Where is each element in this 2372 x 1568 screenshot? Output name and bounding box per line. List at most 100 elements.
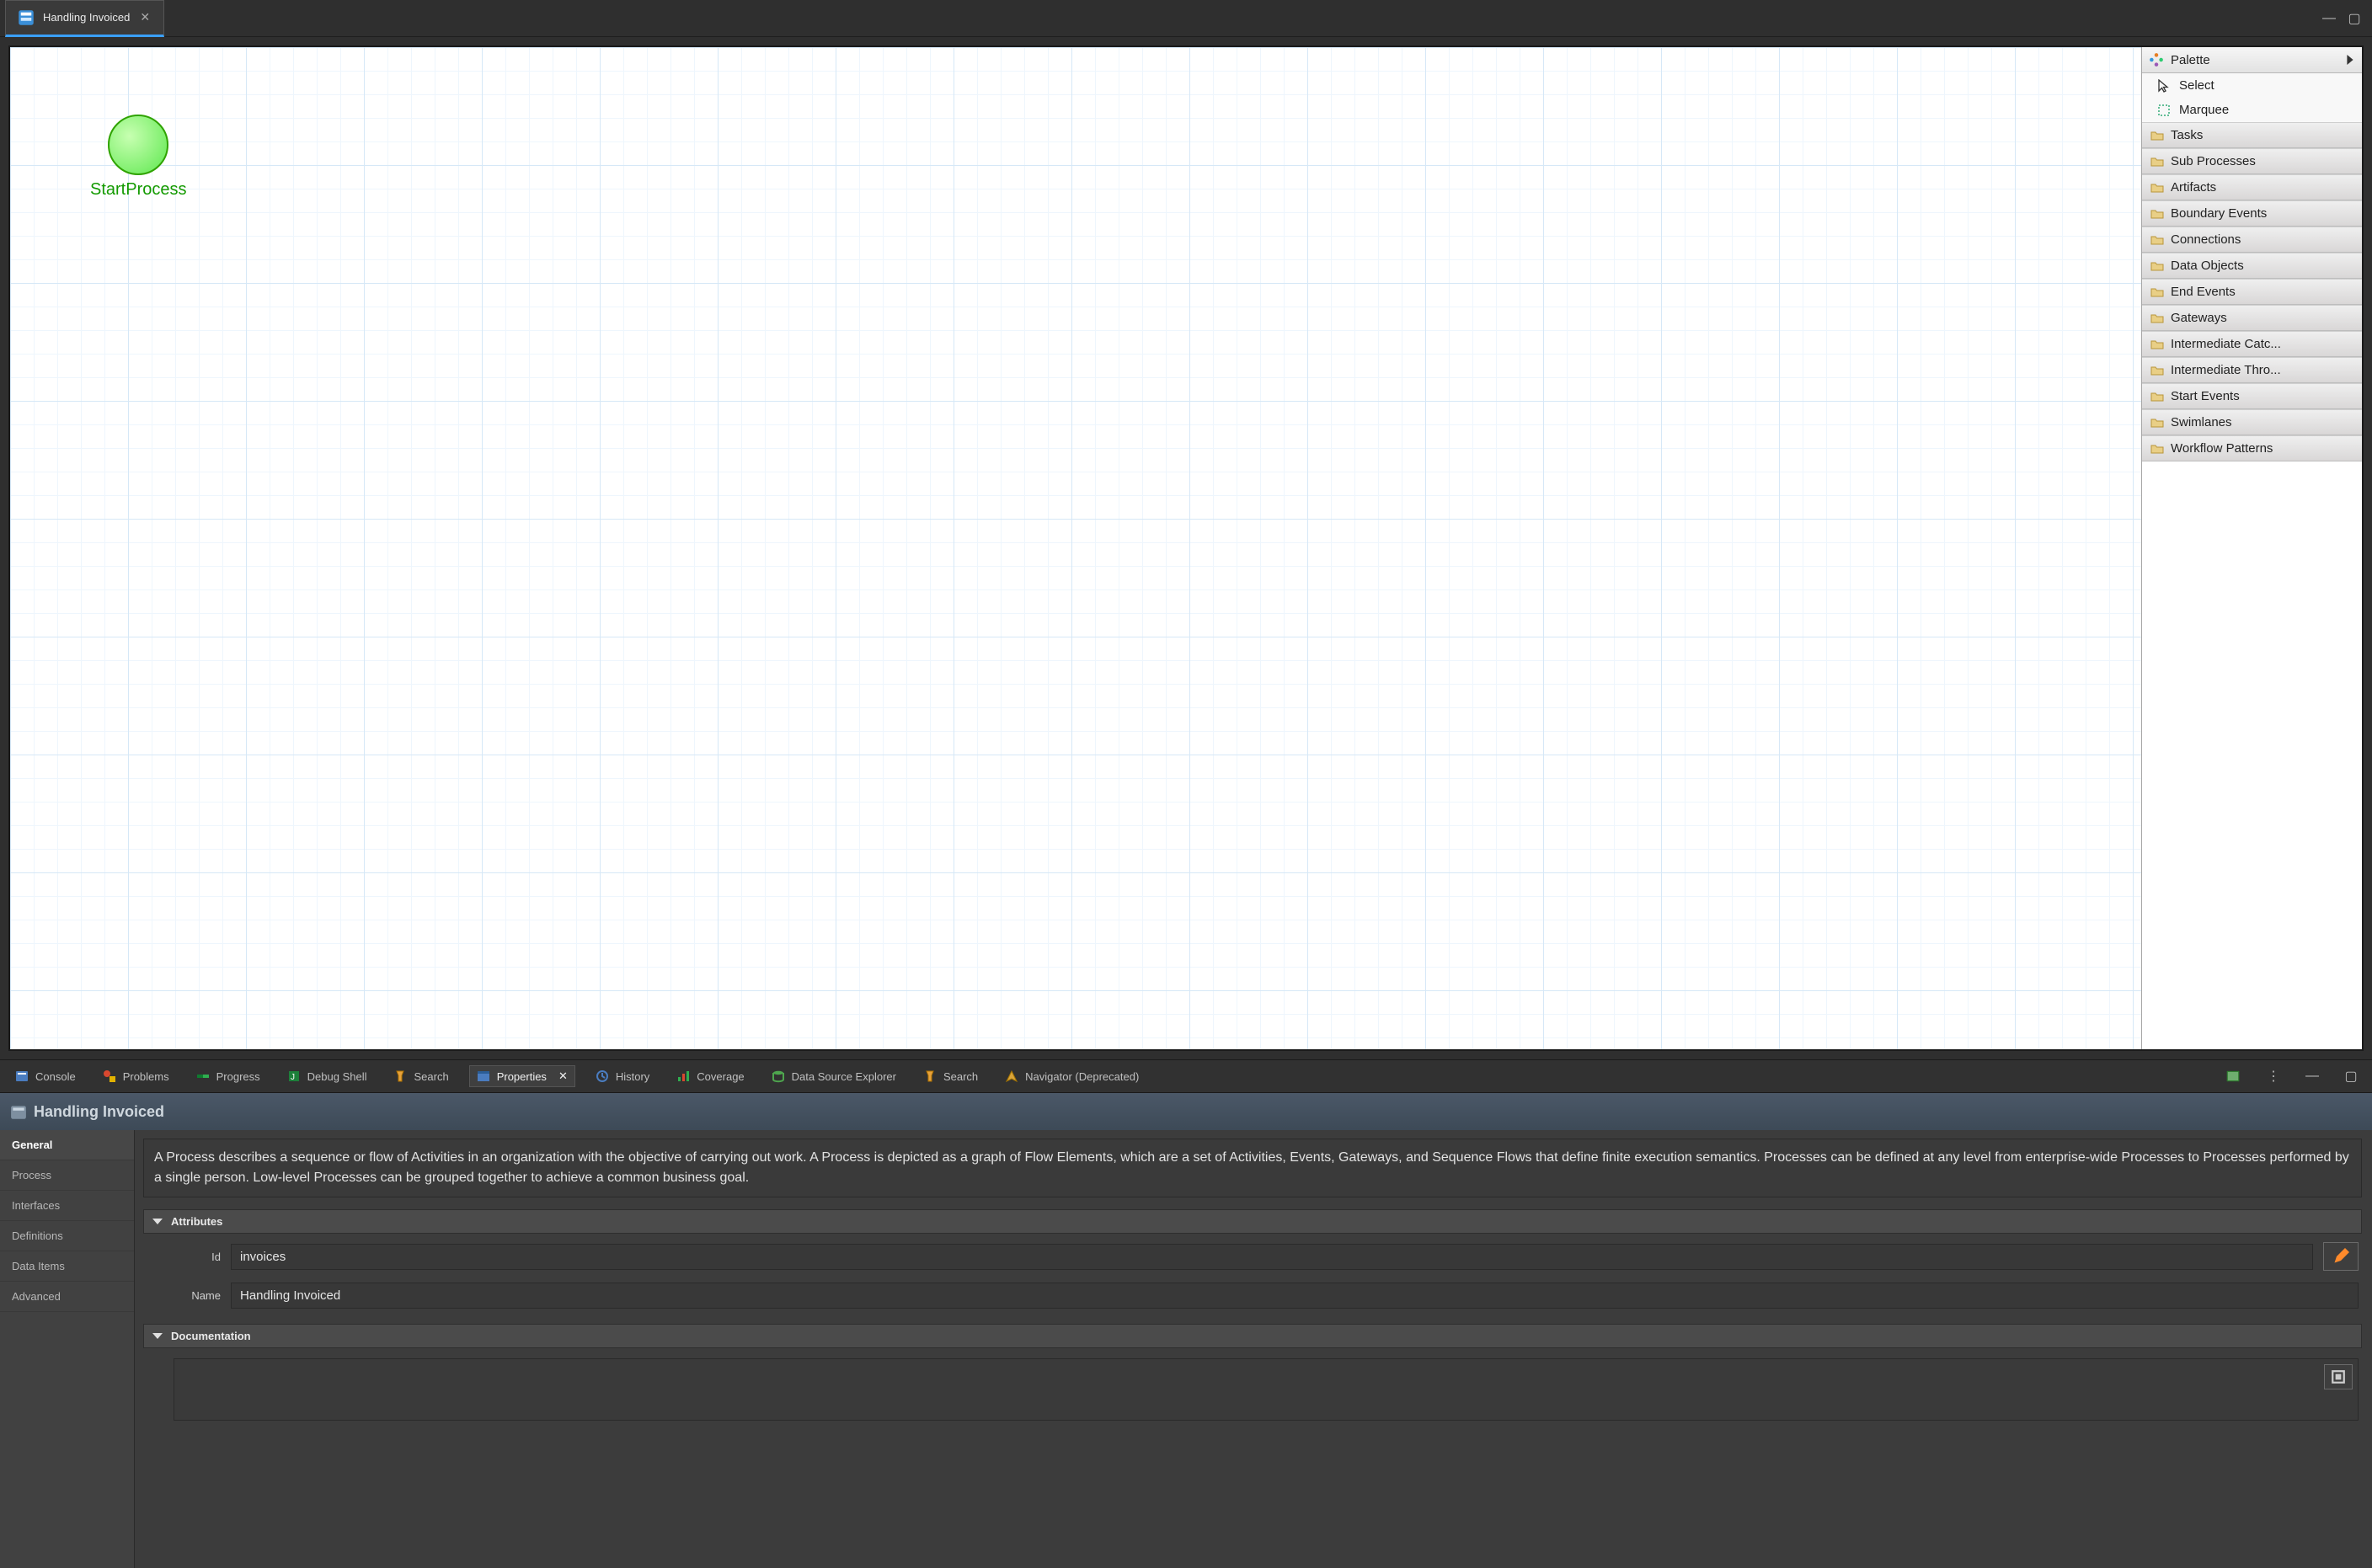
name-row: Name [143,1279,2362,1312]
minimize-button[interactable]: — [2316,8,2342,29]
folder-icon [2150,338,2164,351]
collapse-triangle-icon [152,1219,163,1224]
view-tab-navigator[interactable]: Navigator (Deprecated) [998,1066,1146,1086]
palette-tool-marquee[interactable]: Marquee [2142,98,2362,122]
prop-tab-interfaces[interactable]: Interfaces [0,1191,134,1221]
properties-icon [477,1069,490,1083]
palette-header[interactable]: Palette [2142,47,2362,73]
view-tab-properties[interactable]: Properties ✕ [469,1065,575,1087]
prop-tab-advanced[interactable]: Advanced [0,1282,134,1312]
id-field[interactable] [231,1244,2313,1270]
editor-tab-active[interactable]: Handling Invoiced ✕ [5,0,164,37]
palette-title: Palette [2171,53,2210,67]
palette-category-end-events[interactable]: End Events [2142,279,2362,305]
marquee-icon [2157,104,2171,117]
folder-icon [2150,181,2164,195]
palette-category-label: Sub Processes [2171,154,2256,168]
palette-category-data-objects[interactable]: Data Objects [2142,253,2362,279]
folder-icon [2150,129,2164,142]
palette-category-connections[interactable]: Connections [2142,227,2362,253]
minimize-view-button[interactable]: — [2300,1065,2325,1087]
bottom-view-tabbar: Console Problems Progress J Debug Shell … [0,1059,2372,1093]
palette-category-artifacts[interactable]: Artifacts [2142,174,2362,200]
palette-category-label: Tasks [2171,128,2203,142]
prop-tab-definitions[interactable]: Definitions [0,1221,134,1251]
view-tab-data-source-explorer[interactable]: Data Source Explorer [765,1066,903,1086]
prop-tab-data-items[interactable]: Data Items [0,1251,134,1282]
view-tab-progress[interactable]: Progress [190,1066,267,1086]
properties-view-title: Handling Invoiced [34,1103,164,1121]
palette-category-start-events[interactable]: Start Events [2142,383,2362,409]
folder-icon [2150,155,2164,168]
palette-category-intermediate-catching[interactable]: Intermediate Catc... [2142,331,2362,357]
palette-category-gateways[interactable]: Gateways [2142,305,2362,331]
view-menu-icon[interactable]: ⋮ [2261,1064,2286,1088]
bpmn-start-event-node[interactable]: StartProcess [90,115,186,200]
view-tab-search[interactable]: Search [387,1066,455,1086]
view-tab-label: Navigator (Deprecated) [1025,1070,1139,1083]
documentation-textarea[interactable] [174,1358,2359,1421]
expand-documentation-button[interactable] [2324,1364,2353,1389]
maximize-icon [2331,1369,2346,1384]
close-icon[interactable]: ✕ [558,1069,568,1083]
palette-category-tasks[interactable]: Tasks [2142,122,2362,148]
palette-category-workflow-patterns[interactable]: Workflow Patterns [2142,435,2362,461]
view-tab-label: Data Source Explorer [792,1070,896,1083]
prop-tab-general[interactable]: General [0,1130,134,1160]
diagram-canvas[interactable]: StartProcess [10,47,2141,1049]
name-label: Name [150,1289,221,1302]
view-tab-debug-shell[interactable]: J Debug Shell [280,1066,374,1086]
palette-category-label: Connections [2171,232,2241,247]
process-icon [10,1104,25,1119]
palette-category-swimlanes[interactable]: Swimlanes [2142,409,2362,435]
folder-icon [2150,364,2164,377]
edit-id-button[interactable] [2323,1242,2359,1271]
problems-icon [103,1069,116,1083]
palette-category-intermediate-throwing[interactable]: Intermediate Thro... [2142,357,2362,383]
documentation-section-header[interactable]: Documentation [143,1324,2362,1348]
view-tab-search-2[interactable]: Search [916,1066,985,1086]
pencil-icon [2332,1248,2349,1265]
view-tab-problems[interactable]: Problems [96,1066,176,1086]
folder-icon [2150,285,2164,299]
cursor-select-icon [2157,79,2171,93]
view-tab-label: History [616,1070,649,1083]
prop-tab-process[interactable]: Process [0,1160,134,1191]
view-tab-label: Search [943,1070,978,1083]
progress-icon [196,1069,210,1083]
view-tab-label: Properties [497,1070,547,1083]
palette-category-label: Intermediate Catc... [2171,337,2281,351]
folder-icon [2150,390,2164,403]
view-tab-label: Progress [216,1070,260,1083]
palette-category-sub-processes[interactable]: Sub Processes [2142,148,2362,174]
palette-empty-area [2142,461,2362,1049]
editor-tab-title: Handling Invoiced [43,11,130,24]
view-toolbar-pin-icon[interactable] [2222,1065,2247,1087]
maximize-view-button[interactable]: ▢ [2338,1064,2364,1088]
flashlight-icon [393,1069,407,1083]
process-description-text: A Process describes a sequence or flow o… [143,1139,2362,1197]
data-source-icon [772,1069,785,1083]
properties-view-header: Handling Invoiced [0,1093,2372,1130]
palette-tool-select-label: Select [2179,78,2214,93]
view-tab-history[interactable]: History [589,1066,656,1086]
palette-category-label: Data Objects [2171,259,2244,273]
properties-view-body: General Process Interfaces Definitions D… [0,1130,2372,1568]
chevron-right-icon[interactable] [2345,55,2355,65]
coverage-icon [676,1069,690,1083]
palette-category-label: Intermediate Thro... [2171,363,2281,377]
palette-icon [2149,52,2164,67]
attributes-section-label: Attributes [171,1215,222,1228]
name-field[interactable] [231,1283,2359,1309]
collapse-triangle-icon [152,1333,163,1339]
view-tab-coverage[interactable]: Coverage [670,1066,751,1086]
documentation-section-label: Documentation [171,1330,251,1342]
attributes-section-header[interactable]: Attributes [143,1209,2362,1234]
flashlight-icon [923,1069,937,1083]
maximize-button[interactable]: ▢ [2342,7,2367,30]
palette-category-boundary-events[interactable]: Boundary Events [2142,200,2362,227]
view-tab-console[interactable]: Console [8,1066,83,1086]
close-icon[interactable]: ✕ [138,8,152,26]
properties-side-tabs: General Process Interfaces Definitions D… [0,1130,135,1568]
palette-tool-select[interactable]: Select [2142,73,2362,98]
